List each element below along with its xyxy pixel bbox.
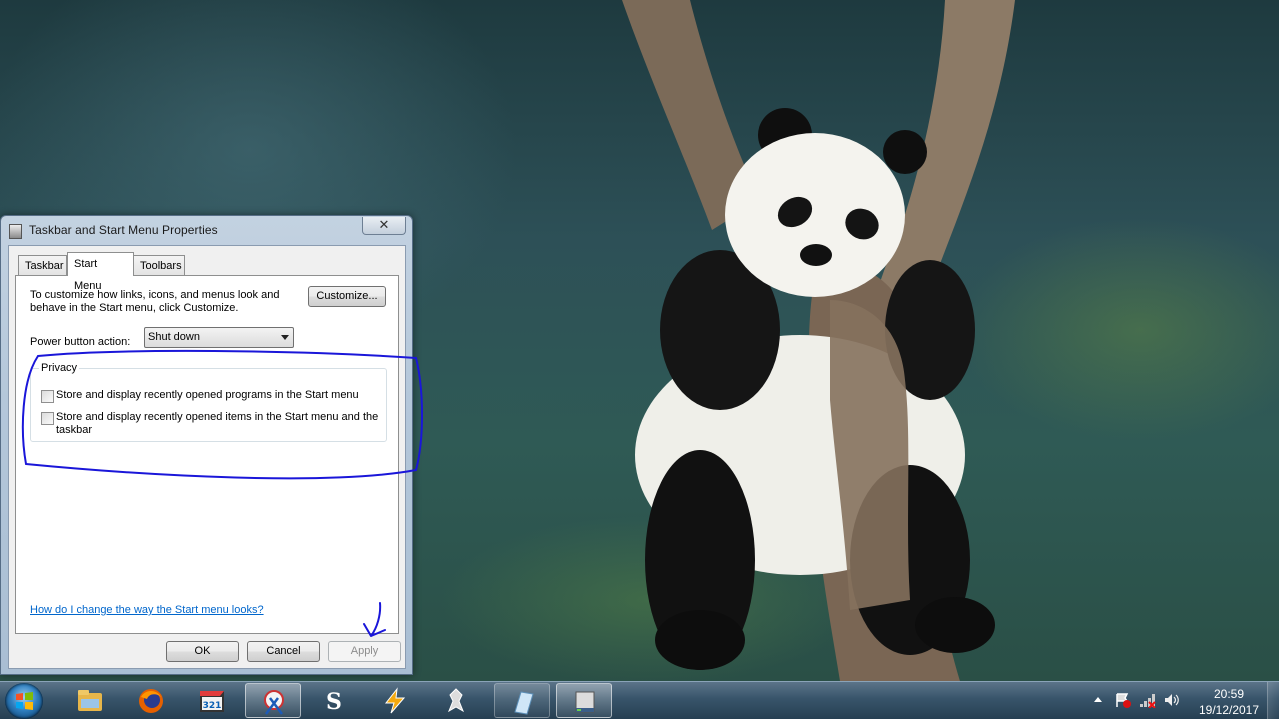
tab-start-menu[interactable]: Start Menu <box>67 252 134 292</box>
steam-icon: S <box>326 689 342 715</box>
customize-button[interactable]: Customize... <box>308 286 386 307</box>
taskbar-skyrim[interactable] <box>428 683 484 718</box>
taskbar-media-player-classic[interactable]: 321 <box>184 683 240 718</box>
power-button-action-select[interactable]: Shut down <box>144 327 294 348</box>
recent-items-checkbox[interactable] <box>41 412 54 425</box>
svg-text:S: S <box>326 689 342 715</box>
dialog-title: Taskbar and Start Menu Properties <box>29 223 218 237</box>
chevron-down-icon <box>281 335 289 340</box>
show-desktop-button[interactable] <box>1267 682 1279 719</box>
privacy-legend: Privacy <box>39 362 80 375</box>
power-button-action-label: Power button action: <box>30 336 131 348</box>
apply-button[interactable]: Apply <box>328 641 401 662</box>
taskbar-firefox[interactable] <box>123 683 179 718</box>
taskbar-properties-window[interactable] <box>556 683 612 718</box>
cancel-button[interactable]: Cancel <box>247 641 320 662</box>
taskbar-notepad[interactable] <box>494 683 550 718</box>
taskbar-snipping-tool[interactable] <box>245 683 301 718</box>
taskbar-steam[interactable]: S <box>306 683 362 718</box>
svg-text:321: 321 <box>203 701 222 711</box>
media-player-classic-icon: 321 <box>200 691 224 712</box>
start-menu-tab-page: To customize how links, icons, and menus… <box>15 275 399 634</box>
snipping-tool-icon <box>264 690 284 715</box>
clock-date[interactable]: 19/12/2017 <box>1190 703 1268 717</box>
network-icon[interactable] <box>1139 692 1157 708</box>
taskbar: 321 S 20:59 19/12/2017 <box>0 681 1279 719</box>
dialog-client-area: Taskbar Start Menu Toolbars To customize… <box>8 245 406 669</box>
skyrim-icon <box>448 688 464 713</box>
ok-button[interactable]: OK <box>166 641 239 662</box>
windows-logo-icon <box>16 692 33 710</box>
close-button[interactable]: ✕ <box>362 217 406 235</box>
customize-description: To customize how links, icons, and menus… <box>30 289 280 314</box>
power-button-action-value: Shut down <box>148 331 200 343</box>
volume-icon[interactable] <box>1163 692 1181 708</box>
firefox-icon <box>139 689 163 713</box>
file-explorer-icon <box>78 690 102 711</box>
taskbar-properties-icon <box>575 691 595 713</box>
taskbar-winamp[interactable] <box>367 683 423 718</box>
recent-programs-checkbox[interactable] <box>41 390 54 403</box>
taskbar-file-explorer[interactable] <box>62 683 118 718</box>
action-center-icon[interactable] <box>1114 692 1132 708</box>
recent-programs-label[interactable]: Store and display recently opened progra… <box>56 389 359 402</box>
start-button[interactable] <box>5 683 43 719</box>
winamp-icon <box>384 687 406 714</box>
privacy-groupbox: Privacy Store and display recently opene… <box>30 362 387 442</box>
taskbar-start-menu-properties-dialog: Taskbar and Start Menu Properties ✕ Task… <box>0 215 413 675</box>
dialog-window-icon <box>9 224 22 239</box>
show-hidden-icons-icon[interactable] <box>1092 692 1104 708</box>
tab-taskbar[interactable]: Taskbar <box>18 255 67 275</box>
clock-time[interactable]: 20:59 <box>1196 687 1262 701</box>
start-menu-help-link[interactable]: How do I change the way the Start menu l… <box>30 604 264 617</box>
notepad-icon <box>514 691 534 715</box>
tab-toolbars[interactable]: Toolbars <box>133 255 185 275</box>
recent-items-label[interactable]: Store and display recently opened items … <box>56 411 386 437</box>
